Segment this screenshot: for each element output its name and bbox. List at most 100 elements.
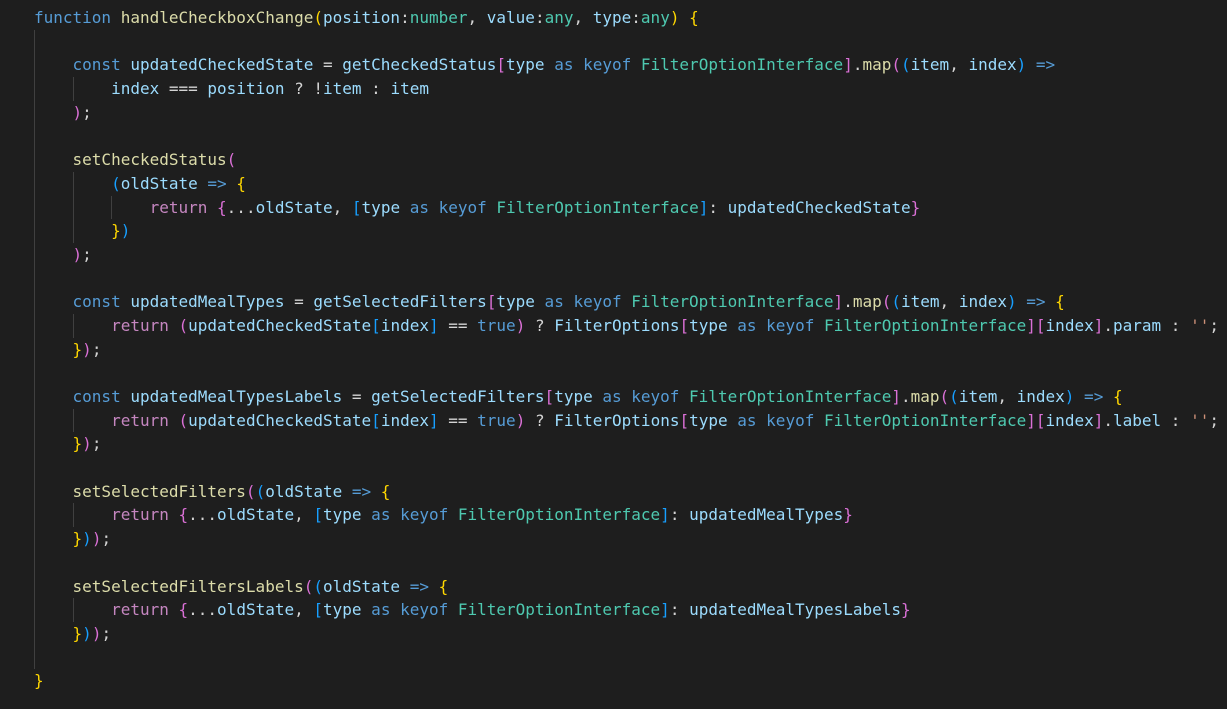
code-token: => xyxy=(1026,55,1056,75)
code-line[interactable] xyxy=(34,456,1227,480)
code-token: index xyxy=(380,315,429,335)
code-line[interactable]: return (updatedCheckedState[index] == tr… xyxy=(34,313,1227,338)
code-token: ( xyxy=(111,173,121,193)
code-line[interactable] xyxy=(34,361,1227,385)
code-token: [ xyxy=(371,410,381,430)
code-token: ; xyxy=(82,102,92,122)
code-token: keyof xyxy=(766,315,824,335)
indent-guide xyxy=(34,290,35,314)
code-line[interactable]: const updatedMealTypesLabels = getSelect… xyxy=(34,385,1227,409)
code-token: ] xyxy=(1093,315,1104,335)
code-line[interactable]: return {...oldState, [type as keyof Filt… xyxy=(34,503,1227,528)
code-token: ) xyxy=(82,339,92,359)
code-line[interactable]: setSelectedFiltersLabels((oldState => { xyxy=(34,574,1227,599)
code-line[interactable]: }); xyxy=(34,432,1227,457)
indent-guide xyxy=(34,621,35,646)
code-token: , xyxy=(332,197,352,217)
code-token: updatedMealTypesLabels xyxy=(689,600,901,620)
code-token: [ xyxy=(371,315,381,335)
code-line[interactable]: const updatedMealTypes = getSelectedFilt… xyxy=(34,290,1227,314)
code-line[interactable]: setSelectedFilters((oldState => { xyxy=(34,479,1227,504)
code-token: ( xyxy=(313,576,323,596)
code-token: any xyxy=(640,8,670,27)
code-token: => xyxy=(342,481,381,501)
code-text: index === position ? !item : item xyxy=(34,79,429,98)
code-line[interactable]: return (updatedCheckedState[index] == tr… xyxy=(34,408,1227,433)
code-token: type xyxy=(496,292,535,312)
code-token: oldState xyxy=(217,505,295,525)
code-token: updatedCheckedState xyxy=(727,197,911,217)
indent-guide xyxy=(34,242,35,267)
code-token: ? xyxy=(525,410,555,430)
code-token: [ xyxy=(496,55,507,75)
code-token: } xyxy=(843,505,853,525)
code-editor[interactable]: function handleCheckboxChange(position:n… xyxy=(34,6,1227,709)
code-token: : xyxy=(534,8,545,27)
code-line[interactable] xyxy=(34,645,1227,670)
code-token: ; xyxy=(91,339,102,359)
indent-guide xyxy=(34,313,35,338)
code-token: index xyxy=(1045,315,1094,335)
code-token: index xyxy=(1016,387,1065,406)
code-token: FilterOptions xyxy=(554,315,680,335)
code-token: : xyxy=(1161,315,1191,335)
code-token: } xyxy=(72,623,83,643)
code-line[interactable] xyxy=(34,266,1227,291)
code-line[interactable]: index === position ? !item : item xyxy=(34,77,1227,101)
code-token: ) xyxy=(120,221,131,241)
code-token: keyof xyxy=(631,387,690,406)
code-token: return xyxy=(111,315,179,335)
code-token: oldState xyxy=(217,600,295,620)
code-token: keyof xyxy=(573,292,632,312)
code-line[interactable]: })); xyxy=(34,621,1227,646)
code-token: ) xyxy=(82,529,92,549)
code-token: = xyxy=(342,387,372,406)
code-text: }); xyxy=(34,434,102,453)
code-text: })); xyxy=(34,529,112,549)
code-token: oldState xyxy=(120,173,198,193)
code-token: ) xyxy=(91,529,102,549)
code-line[interactable]: (oldState => { xyxy=(34,171,1227,196)
code-token: [ xyxy=(313,600,324,620)
code-token: , xyxy=(997,387,1017,406)
code-token: : xyxy=(669,505,690,525)
code-token: map xyxy=(910,387,940,406)
code-line[interactable]: }) xyxy=(34,219,1227,243)
code-line[interactable]: ); xyxy=(34,242,1227,267)
code-line[interactable]: ); xyxy=(34,100,1227,125)
indent-guide xyxy=(34,77,35,101)
code-line[interactable] xyxy=(34,550,1227,575)
code-token: ) xyxy=(1064,387,1075,406)
code-line[interactable]: setCheckedStatus( xyxy=(34,148,1227,172)
code-line[interactable] xyxy=(34,124,1227,149)
code-line[interactable]: return {...oldState, [type as keyof Filt… xyxy=(34,195,1227,220)
code-line[interactable]: return {...oldState, [type as keyof Filt… xyxy=(34,598,1227,622)
code-token: ; xyxy=(101,623,112,643)
code-token: const xyxy=(72,387,131,406)
code-token: ( xyxy=(891,55,902,75)
code-token: type xyxy=(689,410,728,430)
code-token: index xyxy=(111,79,160,99)
code-token: FilterOptionInterface xyxy=(457,600,661,620)
code-token: { xyxy=(689,8,699,27)
code-line[interactable]: }); xyxy=(34,337,1227,362)
indent-guide xyxy=(34,645,35,670)
code-token: => xyxy=(197,173,237,193)
code-token: === xyxy=(159,79,208,99)
code-token: ( xyxy=(226,150,237,170)
code-line[interactable]: const updatedCheckedState = getCheckedSt… xyxy=(34,53,1227,78)
code-token: updatedMealTypesLabels xyxy=(130,387,343,406)
code-token: ; xyxy=(82,244,92,264)
code-token: . xyxy=(843,292,853,312)
code-token: } xyxy=(901,600,911,620)
code-line[interactable] xyxy=(34,29,1227,54)
code-line[interactable]: })); xyxy=(34,527,1227,551)
code-line[interactable]: function handleCheckboxChange(position:n… xyxy=(34,6,1227,30)
code-token: { xyxy=(380,481,391,501)
code-text: return {...oldState, [type as keyof Filt… xyxy=(34,197,921,217)
code-text: ); xyxy=(34,103,92,122)
code-token: ) xyxy=(515,410,526,430)
code-token: index xyxy=(1045,410,1094,430)
code-token: type xyxy=(361,197,401,217)
code-line[interactable]: } xyxy=(34,669,1227,693)
